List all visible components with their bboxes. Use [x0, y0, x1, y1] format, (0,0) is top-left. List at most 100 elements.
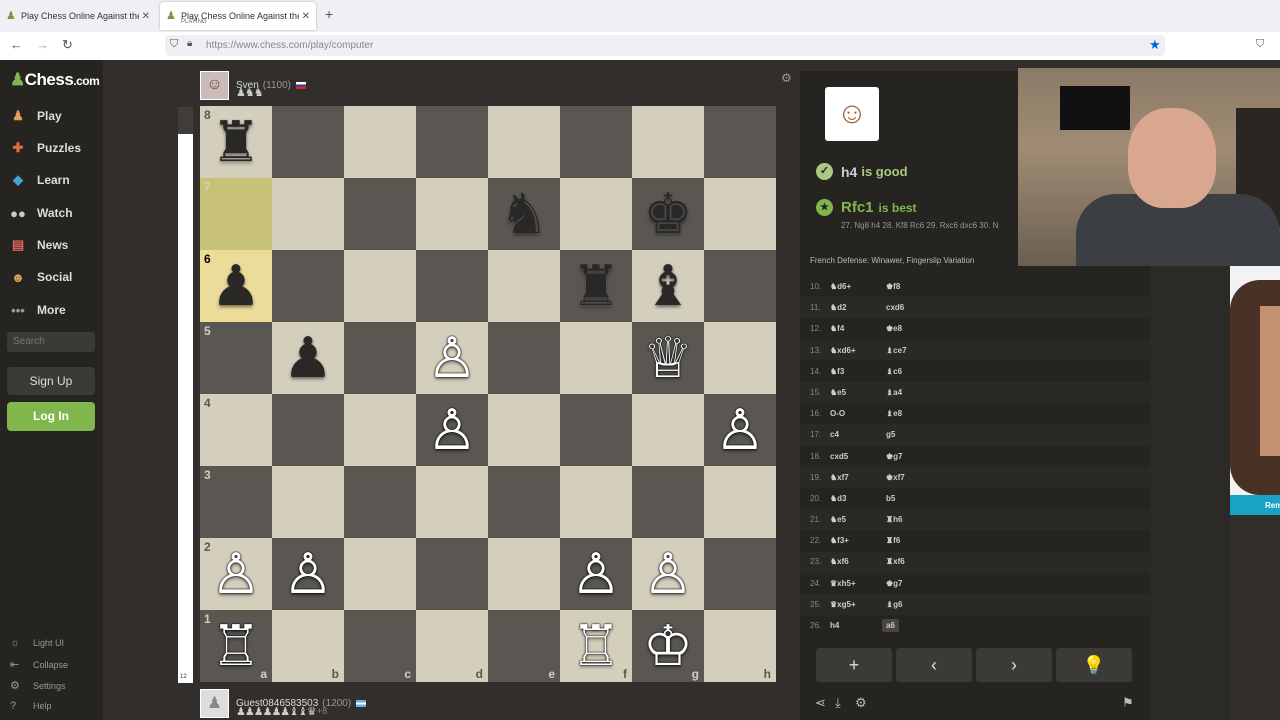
hint-button[interactable]: 💡	[1056, 648, 1132, 682]
chess-piece[interactable]: ♙	[211, 546, 261, 602]
square-h5[interactable]	[704, 322, 776, 394]
square-c7[interactable]	[344, 178, 416, 250]
previous-move-button[interactable]: ‹	[896, 648, 972, 682]
black-move[interactable]: ♚g7	[886, 579, 903, 588]
settings-link[interactable]: ⚙ Settings	[10, 679, 66, 692]
browser-tab-active[interactable]: ♟ Play Chess Online Against the C PLAYIN…	[160, 2, 316, 30]
square-c1[interactable]: c	[344, 610, 416, 682]
square-c5[interactable]	[344, 322, 416, 394]
chess-piece[interactable]: ♙	[571, 546, 621, 602]
black-move[interactable]: ♜f6	[886, 536, 900, 545]
square-e4[interactable]	[488, 394, 560, 466]
white-move[interactable]: ♞xf6	[830, 557, 849, 566]
share-icon[interactable]: ⋖	[815, 695, 826, 711]
square-g2[interactable]: ♙	[632, 538, 704, 610]
chess-piece[interactable]: ♞	[499, 186, 549, 242]
url-text[interactable]: https://www.chess.com/play/computer	[206, 40, 373, 51]
avatar[interactable]: ☺	[200, 70, 229, 100]
gear-icon[interactable]: ⚙	[855, 695, 867, 711]
square-b8[interactable]	[272, 106, 344, 178]
square-c8[interactable]	[344, 106, 416, 178]
square-a3[interactable]: 3	[200, 466, 272, 538]
square-a8[interactable]: 8 ♜	[200, 106, 272, 178]
opening-name[interactable]: French Defense: Winawer, Fingerslip Vari…	[810, 256, 974, 265]
back-icon[interactable]: ←	[10, 37, 23, 52]
square-a1[interactable]: 1 a ♖	[200, 610, 272, 682]
square-c2[interactable]	[344, 538, 416, 610]
square-d1[interactable]: d	[416, 610, 488, 682]
square-h2[interactable]	[704, 538, 776, 610]
square-e8[interactable]	[488, 106, 560, 178]
search-input[interactable]: Search	[7, 332, 95, 352]
chess-piece[interactable]: ♜	[211, 114, 261, 170]
browser-tab[interactable]: ♟ Play Chess Online Against the C ✕	[0, 2, 156, 30]
white-move[interactable]: ♞d2	[830, 303, 847, 312]
square-f2[interactable]: ♙	[560, 538, 632, 610]
white-move[interactable]: ♞xf7	[830, 473, 849, 482]
black-move[interactable]: g5	[886, 430, 895, 439]
black-move[interactable]: b5	[886, 494, 895, 503]
pocket-icon[interactable]: ⛉	[1256, 38, 1264, 51]
white-move[interactable]: ♞e5	[830, 515, 846, 524]
bookmark-star-icon[interactable]: ★	[1149, 37, 1161, 53]
square-g6[interactable]: ♝	[632, 250, 704, 322]
square-h1[interactable]: h	[704, 610, 776, 682]
chess-piece[interactable]: ♙	[427, 330, 477, 386]
square-c6[interactable]	[344, 250, 416, 322]
square-a6[interactable]: 6 ♟	[200, 250, 272, 322]
black-move[interactable]: a6	[882, 619, 899, 632]
chess-piece[interactable]: ♟	[283, 330, 333, 386]
square-d8[interactable]	[416, 106, 488, 178]
black-move[interactable]: ♚f8	[886, 282, 900, 291]
black-move[interactable]: ♝ce7	[886, 346, 907, 355]
black-move[interactable]: ♚xf7	[886, 473, 905, 482]
square-e1[interactable]: e	[488, 610, 560, 682]
square-a2[interactable]: 2 ♙	[200, 538, 272, 610]
sign-up-button[interactable]: Sign Up	[7, 367, 95, 395]
sidebar-item-learn[interactable]: ◆ Learn	[8, 170, 70, 190]
square-e5[interactable]	[488, 322, 560, 394]
black-move[interactable]: cxd6	[886, 303, 904, 312]
sidebar-item-puzzles[interactable]: ✚ Puzzles	[8, 138, 81, 158]
chess-piece[interactable]: ♟	[211, 258, 261, 314]
sidebar-item-social[interactable]: ☻ Social	[8, 267, 72, 287]
square-a4[interactable]: 4	[200, 394, 272, 466]
log-in-button[interactable]: Log In	[7, 402, 95, 431]
square-a7[interactable]: 7	[200, 178, 272, 250]
square-b5[interactable]: ♟	[272, 322, 344, 394]
square-f3[interactable]	[560, 466, 632, 538]
square-h4[interactable]: ♙	[704, 394, 776, 466]
reload-icon[interactable]: ↻	[62, 37, 73, 53]
chess-piece[interactable]: ♜	[571, 258, 621, 314]
next-move-button[interactable]: ›	[976, 648, 1052, 682]
white-move[interactable]: ♛xh5+	[830, 579, 856, 588]
square-e6[interactable]	[488, 250, 560, 322]
square-h7[interactable]	[704, 178, 776, 250]
black-move[interactable]: ♚g7	[886, 452, 903, 461]
chess-piece[interactable]: ♚	[643, 186, 693, 242]
chess-piece[interactable]: ♙	[643, 546, 693, 602]
square-b6[interactable]	[272, 250, 344, 322]
square-g3[interactable]	[632, 466, 704, 538]
square-a5[interactable]: 5	[200, 322, 272, 394]
black-move[interactable]: ♝g6	[886, 600, 903, 609]
download-icon[interactable]: ⤓	[835, 695, 841, 711]
square-c3[interactable]	[344, 466, 416, 538]
square-f8[interactable]	[560, 106, 632, 178]
square-f4[interactable]	[560, 394, 632, 466]
square-f6[interactable]: ♜	[560, 250, 632, 322]
chess-piece[interactable]: ♙	[715, 402, 765, 458]
chess-piece[interactable]: ♙	[283, 546, 333, 602]
black-move[interactable]: ♚e8	[886, 324, 902, 333]
help-link[interactable]: ? Help	[10, 700, 52, 712]
square-d4[interactable]: ♙	[416, 394, 488, 466]
lock-icon[interactable]: 🔒︎	[187, 38, 192, 49]
white-move[interactable]: ♞xd6+	[830, 346, 856, 355]
new-tab-icon[interactable]: +	[325, 6, 333, 22]
white-move[interactable]: O-O	[830, 409, 845, 418]
board-settings-gear-icon[interactable]: ⚙	[781, 71, 792, 85]
sidebar-item-watch[interactable]: ●● Watch	[8, 203, 72, 223]
chess-com-logo[interactable]: ♟Chess.com	[10, 70, 100, 90]
square-g7[interactable]: ♚	[632, 178, 704, 250]
chess-board[interactable]: 8 ♜ 7 ♞ ♚ 6 ♟ ♜ ♝ 5 ♟ ♙ ♕ 4 ♙ ♙ 3 2 ♙ ♙ ♙ ♙ 1 a ♖ b c d e f ♖ g ♔ h	[200, 106, 776, 682]
